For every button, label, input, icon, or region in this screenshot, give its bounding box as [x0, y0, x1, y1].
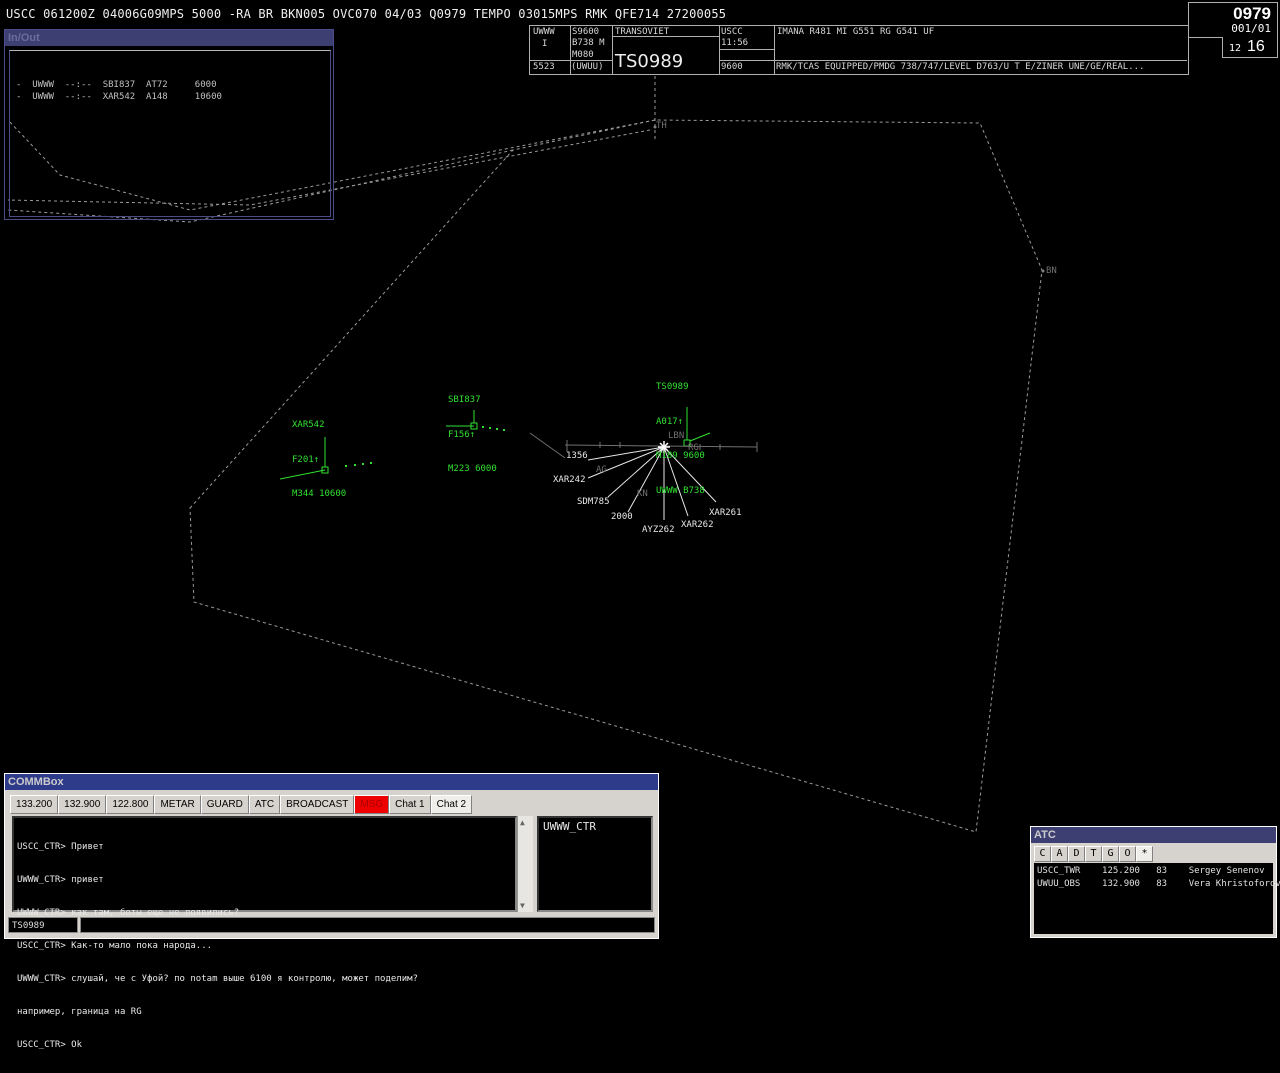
tab-freq-122800[interactable]: 122.800 — [106, 795, 155, 814]
chat-line: USCC_CTR> Привет — [17, 842, 104, 852]
ground-label[interactable]: 2000 — [611, 512, 633, 524]
strip-squawk: 5523 — [533, 62, 555, 72]
qnh-value: 0979 — [1233, 4, 1271, 23]
strip-cell-callsign: TRANSOVIET TS0989 — [612, 26, 720, 74]
atc-tab-all[interactable]: * — [1136, 846, 1153, 862]
commbox-window[interactable]: COMMBox 133.200 132.900 122.800 METAR GU… — [4, 773, 659, 1050]
commbox-title[interactable]: COMMBox — [5, 774, 658, 790]
scroll-down-icon[interactable]: ▼ — [520, 901, 525, 910]
strip-time: 11:56 — [721, 38, 749, 48]
chat-scrollbar[interactable]: ▲ ▼ — [517, 816, 533, 912]
ground-label[interactable]: XAR262 — [681, 520, 714, 532]
atc-tab-a[interactable]: A — [1051, 846, 1068, 862]
airport-centerline — [529, 432, 758, 459]
clock-minute: 16 — [1247, 38, 1265, 55]
target-speed-cfl: M189 9600 — [656, 451, 705, 461]
atc-tabs: C A D T G O * — [1034, 846, 1153, 862]
target-callsign[interactable]: SBI837 — [448, 395, 497, 407]
target-callsign[interactable]: XAR542 — [292, 420, 346, 432]
scroll-up-icon[interactable]: ▲ — [520, 818, 525, 827]
ground-label[interactable]: XAR242 — [553, 475, 586, 487]
strip-dep: UWWW — [533, 27, 555, 37]
chat-line: UWWW_CTR> привет — [17, 875, 104, 885]
chat-line: например, граница на RG — [17, 1007, 142, 1017]
target-level: F201↑ — [292, 454, 320, 465]
fix-th: TH — [656, 121, 667, 131]
tab-freq-132900[interactable]: 132.900 — [58, 795, 107, 814]
strip-callsign[interactable]: TS0989 — [615, 52, 683, 72]
target-label-xar542[interactable]: XAR542 F201↑ M344 10600 — [292, 397, 346, 512]
atc-tab-d[interactable]: D — [1068, 846, 1085, 862]
inout-row[interactable]: - UWWW --:-- SBI837 AT72 6000 — [16, 80, 216, 90]
atc-tab-g[interactable]: G — [1102, 846, 1119, 862]
ground-label[interactable]: AYZ262 — [642, 525, 675, 537]
strip-route: IMANA R481 MI G551 RG G541 UF — [777, 27, 935, 37]
atc-tab-t[interactable]: T — [1085, 846, 1102, 862]
callsign-field[interactable]: TS0989 — [8, 917, 78, 933]
qnh-sub: 001/01 — [1231, 22, 1271, 35]
atc-title[interactable]: ATC — [1031, 827, 1276, 843]
atc-row[interactable]: USCC_TWR 125.200 83 Sergey Senenov — [1037, 866, 1265, 876]
ground-label[interactable]: 1356 — [566, 451, 588, 463]
tab-chat-2[interactable]: Chat 2 — [430, 795, 473, 814]
inout-row[interactable]: - UWWW --:-- XAR542 A148 10600 — [16, 92, 222, 102]
strip-rules: I — [542, 39, 548, 49]
chat-log[interactable]: USCC_CTR> Привет UWWW_CTR> привет UWWW_C… — [12, 816, 517, 1050]
target-speed-cfl: M223 6000 — [448, 464, 497, 474]
fix-ag: AG — [596, 465, 607, 475]
target-route: UWWW B738 — [656, 485, 705, 496]
strip-type: B738 M — [572, 38, 605, 48]
atc-row[interactable]: UWUU_OBS 132.900 83 Vera Khristoforova — [1037, 879, 1280, 889]
tab-atc[interactable]: ATC — [248, 795, 281, 814]
commbox-tabs: 133.200 132.900 122.800 METAR GUARD ATC … — [10, 795, 473, 814]
ground-label[interactable]: XAR261 — [709, 508, 742, 520]
inout-title[interactable]: In/Out — [5, 30, 333, 46]
target-callsign[interactable]: TS0989 — [656, 382, 705, 394]
flight-strip[interactable]: UWWW I 5523 S9600 B738 M M080 (UWUU) TRA… — [529, 25, 1189, 75]
fix-bn: BN — [1046, 266, 1057, 276]
tab-chat-1[interactable]: Chat 1 — [389, 795, 431, 814]
inout-window[interactable]: In/Out - UWWW --:-- SBI837 AT72 6000 - U… — [4, 29, 334, 220]
atc-window[interactable]: ATC C A D T G O * USCC_TWR 125.200 83 Se… — [1030, 826, 1280, 938]
atc-list: USCC_TWR 125.200 83 Sergey Senenov UWUU_… — [1034, 863, 1280, 934]
chat-line: UWWW_CTR> слушай, че с Уфой? по notam вы… — [17, 974, 418, 984]
tab-broadcast[interactable]: BROADCAST — [280, 795, 355, 814]
target-speed-cfl: M344 10600 — [292, 489, 347, 499]
atc-tab-o[interactable]: O — [1119, 846, 1136, 862]
ground-label[interactable]: SDM785 — [577, 497, 610, 509]
strip-arr: USCC — [721, 27, 743, 37]
inout-list: - UWWW --:-- SBI837 AT72 6000 - UWWW --:… — [9, 50, 331, 217]
target-level: F156↑ — [448, 429, 476, 440]
strip-cfl: 9600 — [721, 62, 743, 72]
strip-cell-dep: UWWW I 5523 — [530, 26, 571, 74]
target-label-ts0989[interactable]: TS0989 A017↑ M189 9600 UWWW B738 — [656, 359, 705, 509]
qnh-box: 0979 001/01 — [1188, 2, 1278, 38]
message-input[interactable] — [80, 917, 655, 933]
clock: 12 16 — [1222, 37, 1278, 58]
tab-guard[interactable]: GUARD — [200, 795, 249, 814]
tab-msg[interactable]: MSG — [354, 795, 390, 814]
chat-user[interactable]: UWWW_CTR — [537, 816, 653, 912]
tab-metar[interactable]: METAR — [154, 795, 201, 814]
strip-cell-arr: USCC 11:56 9600 — [719, 26, 775, 74]
atc-tab-c[interactable]: C — [1034, 846, 1051, 862]
chat-line: USCC_CTR> Как-то мало пока народа... — [17, 941, 213, 951]
target-label-sbi837[interactable]: SBI837 F156↑ M223 6000 — [448, 372, 497, 487]
metar-line: USCC 061200Z 04006G09MPS 5000 -RA BR BKN… — [6, 7, 727, 21]
strip-dest: (UWUU) — [571, 62, 604, 72]
strip-alt1: S9600 — [572, 27, 600, 37]
chat-line: USCC_CTR> Ok — [17, 1040, 83, 1050]
tab-freq-133200[interactable]: 133.200 — [10, 795, 59, 814]
strip-cell-type: S9600 B738 M M080 (UWUU) — [570, 26, 613, 74]
strip-speed: M080 — [572, 50, 594, 60]
clock-hour: 12 — [1229, 43, 1242, 54]
target-level: A017↑ — [656, 416, 684, 427]
strip-remarks: RMK/TCAS EQUIPPED/PMDG 738/747/LEVEL D76… — [776, 62, 1145, 72]
fix-kn: KN — [637, 489, 648, 499]
